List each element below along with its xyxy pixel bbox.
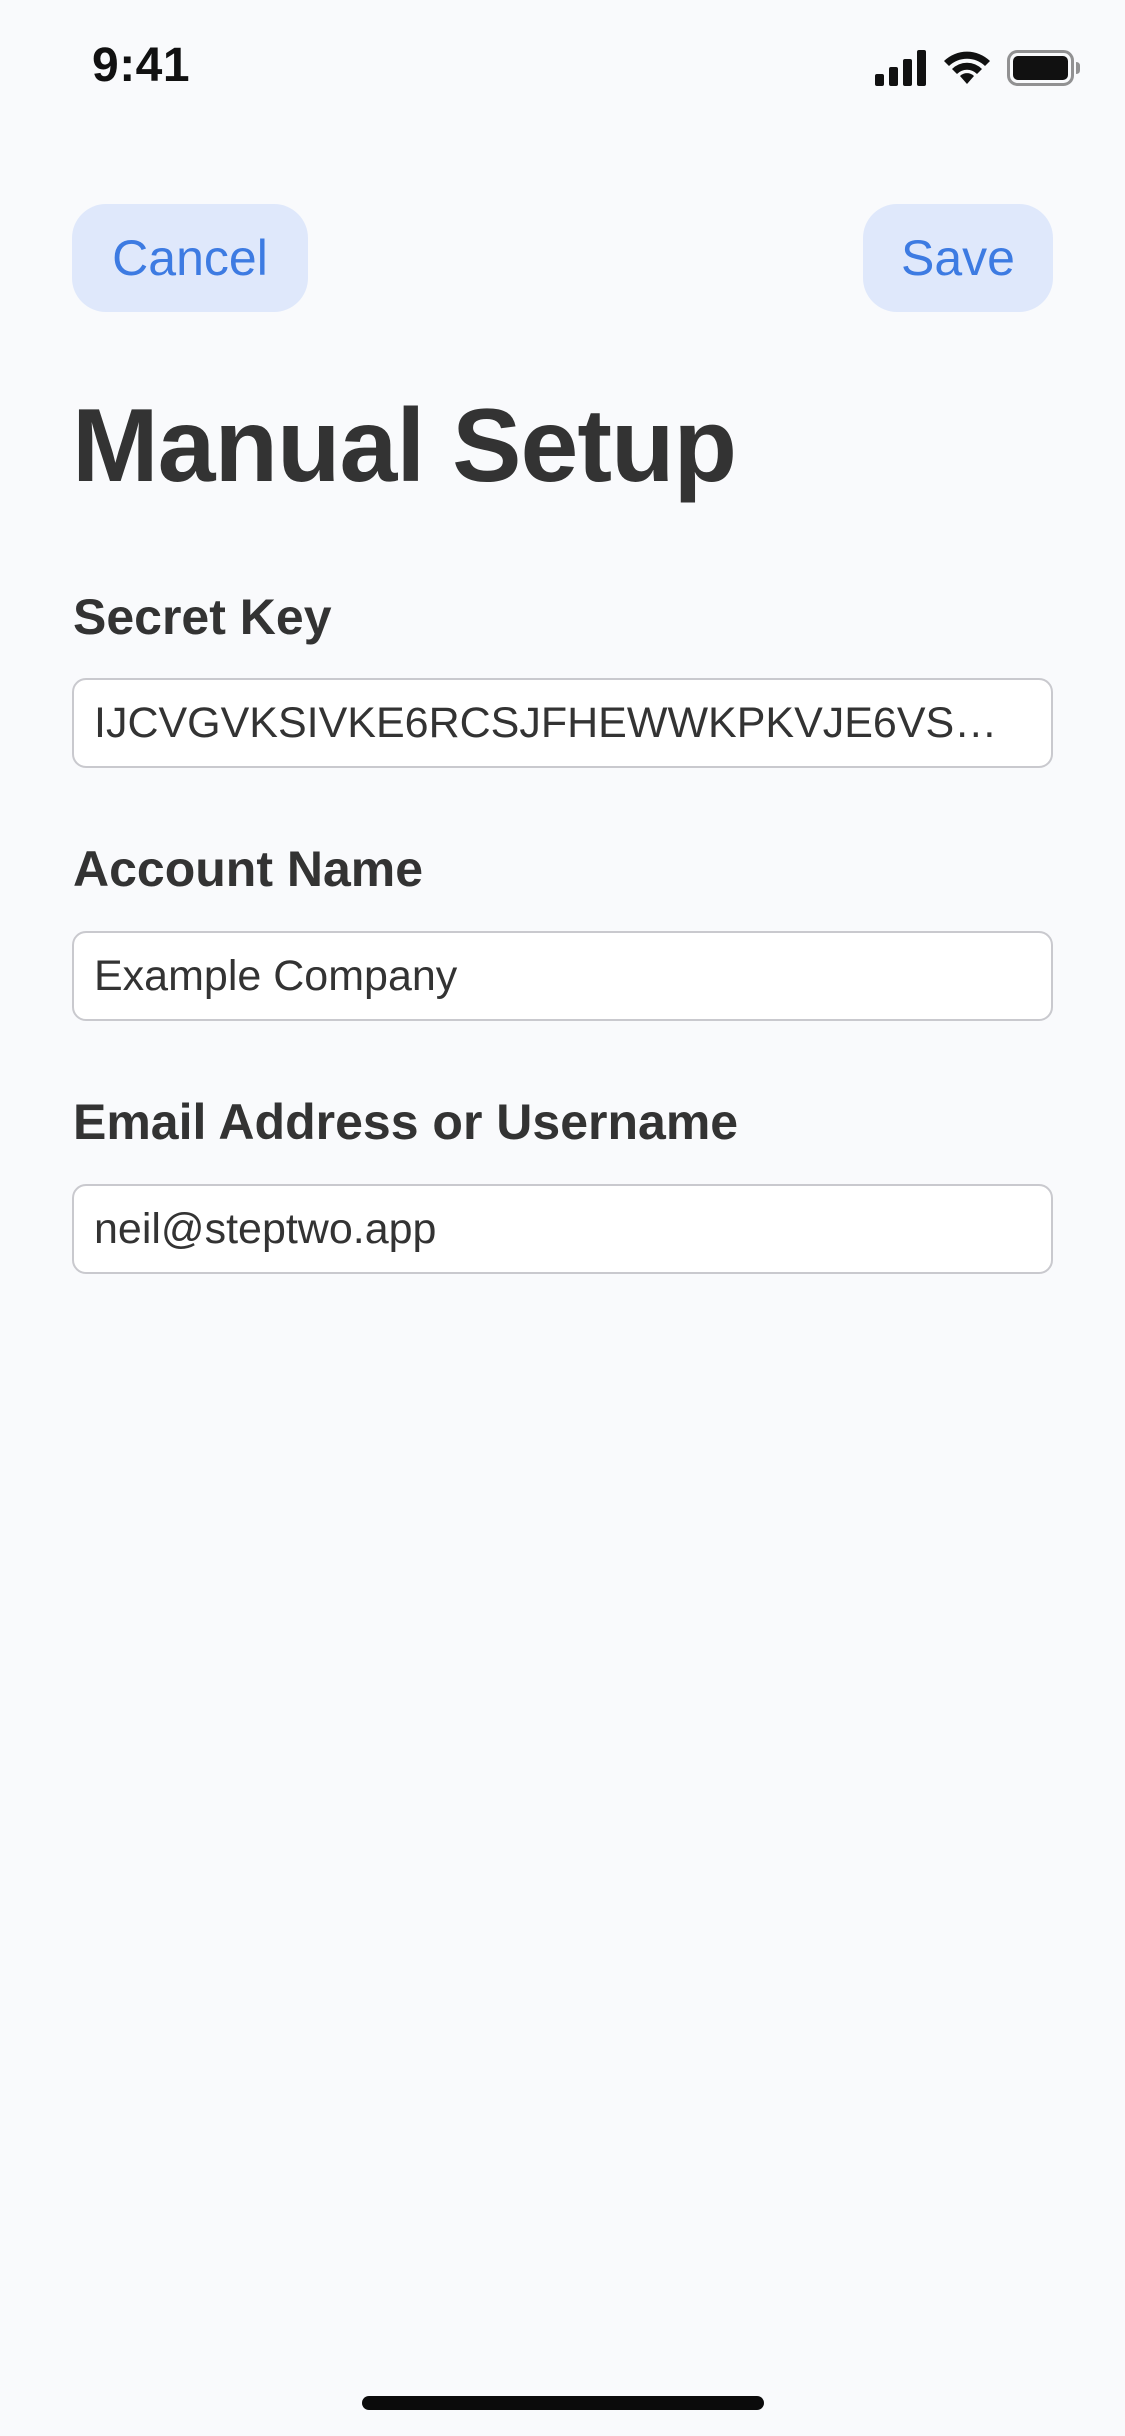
battery-icon bbox=[1007, 50, 1081, 91]
save-button[interactable]: Save bbox=[863, 204, 1053, 312]
home-indicator bbox=[362, 2396, 764, 2410]
email-label: Email Address or Username bbox=[73, 1094, 739, 1150]
cellular-signal-icon bbox=[875, 50, 927, 91]
status-icons bbox=[875, 50, 1081, 91]
secret-key-label: Secret Key bbox=[73, 589, 332, 645]
account-name-input[interactable] bbox=[72, 931, 1053, 1021]
account-name-label: Account Name bbox=[73, 841, 424, 897]
page-title: Manual Setup bbox=[72, 388, 737, 504]
wifi-icon bbox=[943, 50, 991, 91]
secret-key-input[interactable] bbox=[72, 678, 1053, 768]
status-bar: 9:41 bbox=[0, 0, 1125, 140]
cancel-button[interactable]: Cancel bbox=[72, 204, 308, 312]
email-input[interactable] bbox=[72, 1184, 1053, 1274]
status-time: 9:41 bbox=[92, 39, 191, 92]
